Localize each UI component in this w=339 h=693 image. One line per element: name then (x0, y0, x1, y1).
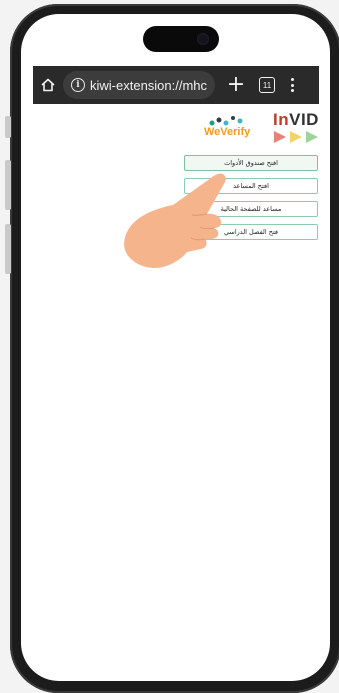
menu-icon[interactable] (291, 78, 294, 92)
home-icon[interactable] (39, 76, 57, 94)
front-camera (197, 33, 209, 45)
pointing-hand-icon (121, 170, 233, 274)
invid-logo: InVID (273, 110, 319, 143)
silent-switch (5, 116, 11, 138)
volume-down-button (5, 224, 11, 274)
volume-up-button (5, 160, 11, 210)
extension-header: WeVerify InVID (21, 108, 330, 154)
weverify-wordmark: WeVerify (204, 126, 251, 138)
open-toolbox-button[interactable]: افتح صندوق الأدوات (184, 155, 318, 171)
tabs-icon[interactable]: 11 (259, 77, 275, 93)
info-icon[interactable]: i (71, 78, 85, 92)
dynamic-island (143, 26, 219, 52)
plus-icon[interactable]: + (225, 74, 247, 96)
browser-toolbar: i kiwi-extension://mhccp + 11 (33, 66, 319, 104)
address-bar[interactable]: i kiwi-extension://mhccp (63, 71, 215, 99)
url-text: kiwi-extension://mhccp (90, 77, 207, 93)
phone-screen: i kiwi-extension://mhccp + 11 WeVerify I… (21, 14, 330, 681)
